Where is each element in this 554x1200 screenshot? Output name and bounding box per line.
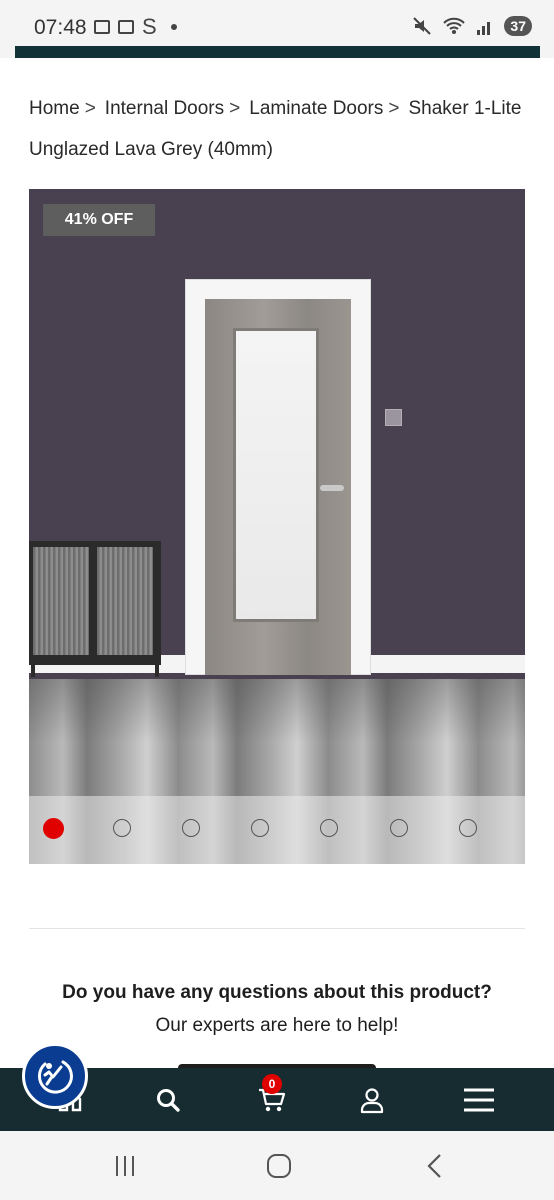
nav-menu[interactable] <box>448 1068 510 1131</box>
gallery-dot-3[interactable] <box>182 819 200 837</box>
android-recents[interactable] <box>110 1151 140 1181</box>
floor-shade <box>29 679 525 784</box>
wifi-icon <box>443 17 466 34</box>
breadcrumb-separator: > <box>84 98 96 119</box>
site-header-band <box>15 46 540 58</box>
status-right-icons: 37 <box>412 16 532 36</box>
cart-count-badge: 0 <box>262 1074 282 1094</box>
status-time: 07:48 <box>34 16 87 39</box>
nav-cart[interactable]: 0 <box>240 1068 304 1131</box>
dot-icon <box>170 24 177 30</box>
cabinet <box>29 541 161 677</box>
accessibility-button[interactable] <box>22 1043 88 1109</box>
door-glass-panel <box>233 328 319 622</box>
signal-icon <box>477 22 491 35</box>
gallery-dot-4[interactable] <box>251 819 269 837</box>
status-left-icons: S <box>94 14 177 39</box>
gallery-dot-2[interactable] <box>113 819 131 837</box>
discount-badge: 41% OFF <box>43 204 155 236</box>
breadcrumb-separator: > <box>388 98 400 119</box>
home-button-icon <box>267 1154 291 1178</box>
calendar-icon <box>118 20 134 34</box>
breadcrumb-home[interactable]: Home <box>29 98 80 119</box>
battery-level: 37 <box>504 16 532 36</box>
gallery-dot-6[interactable] <box>390 819 408 837</box>
mute-icon <box>413 17 432 35</box>
gallery-pagination <box>29 796 525 864</box>
screenshot-icon <box>94 20 110 34</box>
help-subtitle: Our experts are here to help! <box>155 1015 399 1036</box>
cabinet-leg <box>155 665 159 677</box>
light-switch <box>385 409 402 426</box>
nav-search[interactable] <box>138 1068 198 1131</box>
android-back[interactable] <box>420 1151 450 1181</box>
menu-icon <box>464 1088 494 1111</box>
nav-account[interactable] <box>342 1068 402 1131</box>
door-handle <box>320 485 344 491</box>
search-icon <box>157 1088 180 1112</box>
recents-icon <box>116 1156 134 1176</box>
cabinet-panel-right <box>97 547 153 655</box>
breadcrumb: Home > Internal Doors > Laminate Doors > Shake… <box>29 88 529 170</box>
breadcrumb-laminate-doors[interactable]: Laminate Doors <box>249 98 383 119</box>
help-question: Do you have any questions about this pro… <box>62 982 492 1003</box>
account-icon <box>360 1087 384 1113</box>
s-app-icon: S <box>142 14 157 39</box>
cabinet-panel-left <box>33 547 89 655</box>
gallery-dot-1[interactable] <box>43 818 64 839</box>
gallery-dot-5[interactable] <box>320 819 338 837</box>
breadcrumb-separator: > <box>229 98 241 119</box>
cabinet-leg <box>31 665 35 677</box>
gallery-dot-7[interactable] <box>459 819 477 837</box>
breadcrumb-internal-doors[interactable]: Internal Doors <box>105 98 224 119</box>
back-icon <box>427 1154 441 1178</box>
android-nav-bar <box>0 1131 554 1200</box>
section-divider <box>29 928 525 929</box>
accessibility-icon <box>37 1060 73 1094</box>
android-home[interactable] <box>264 1151 294 1181</box>
product-image-gallery[interactable]: 41% OFF <box>29 189 525 864</box>
